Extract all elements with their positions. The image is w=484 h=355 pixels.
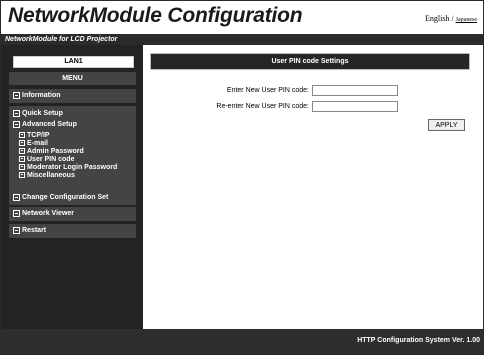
lan-label: LAN1 bbox=[13, 56, 134, 68]
expand-box-icon bbox=[13, 110, 20, 117]
sidebar-item-quick-setup[interactable]: Quick Setup bbox=[13, 109, 63, 118]
main-content: User PIN code Settings Enter New User PI… bbox=[143, 45, 483, 329]
expand-box-icon bbox=[19, 148, 25, 154]
sidebar-group-setup: Quick Setup Advanced Setup TCP/IP E-mail… bbox=[9, 106, 136, 193]
sidebar-item-label: Quick Setup bbox=[22, 110, 63, 117]
expand-box-icon bbox=[19, 156, 25, 162]
reenter-pin-label: Re-enter New User PIN code: bbox=[216, 103, 309, 110]
sidebar-group-network-viewer: Network Viewer bbox=[9, 207, 136, 221]
sidebar-subitem-email[interactable]: E-mail bbox=[19, 139, 48, 147]
expand-box-icon bbox=[13, 121, 20, 128]
language-english-link[interactable]: English bbox=[425, 14, 449, 23]
footer: HTTP Configuration System Ver. 1.00 bbox=[1, 329, 483, 354]
expand-box-icon bbox=[13, 92, 20, 99]
app-window: NetworkModule Configuration English / Ja… bbox=[0, 0, 484, 355]
expand-box-icon bbox=[13, 210, 20, 217]
new-pin-input[interactable] bbox=[312, 85, 398, 96]
enter-pin-label: Enter New User PIN code: bbox=[226, 87, 309, 94]
expand-box-icon bbox=[19, 164, 25, 170]
sidebar-item-label: Admin Password bbox=[27, 147, 84, 155]
sidebar-subitem-moderator-login-password[interactable]: Moderator Login Password bbox=[19, 163, 117, 171]
section-title: User PIN code Settings bbox=[150, 53, 470, 70]
sidebar-group-information: Information bbox=[9, 89, 136, 103]
expand-box-icon bbox=[13, 194, 20, 201]
sidebar-item-network-viewer[interactable]: Network Viewer bbox=[13, 209, 74, 218]
confirm-pin-input[interactable] bbox=[312, 101, 398, 112]
sidebar-group-restart: Restart bbox=[9, 224, 136, 238]
expand-box-icon bbox=[13, 227, 20, 234]
sidebar-subitem-miscellaneous[interactable]: Miscellaneous bbox=[19, 171, 75, 179]
expand-box-icon bbox=[19, 132, 25, 138]
sidebar-item-label: Moderator Login Password bbox=[27, 163, 118, 171]
sidebar-item-label: Network Viewer bbox=[22, 210, 75, 217]
sidebar-group-change-config: Change Configuration Set bbox=[9, 191, 136, 205]
sidebar-item-change-configuration-set[interactable]: Change Configuration Set bbox=[13, 193, 108, 202]
sidebar-subitem-admin-password[interactable]: Admin Password bbox=[19, 147, 84, 155]
sidebar-item-label: Information bbox=[22, 92, 61, 99]
header: NetworkModule Configuration English / Ja… bbox=[1, 1, 483, 34]
sidebar-subitem-tcpip[interactable]: TCP/IP bbox=[19, 131, 50, 139]
sidebar-item-advanced-setup[interactable]: Advanced Setup bbox=[13, 120, 77, 129]
subtitle: NetworkModule for LCD Projector bbox=[5, 36, 118, 43]
sidebar-item-label: Change Configuration Set bbox=[22, 194, 109, 201]
sidebar: LAN1 MENU Information Quick Setup Advanc… bbox=[1, 45, 143, 329]
expand-box-icon bbox=[19, 140, 25, 146]
app-title: NetworkModule Configuration bbox=[8, 4, 303, 27]
sidebar-item-label: Advanced Setup bbox=[22, 121, 77, 128]
sidebar-item-information[interactable]: Information bbox=[13, 91, 61, 100]
language-japanese-link[interactable]: Japanese bbox=[456, 17, 477, 23]
sidebar-item-label: Restart bbox=[22, 227, 47, 234]
sidebar-item-label: User PIN code bbox=[27, 155, 75, 163]
sidebar-item-label: TCP/IP bbox=[27, 131, 50, 139]
subtitle-bar: NetworkModule for LCD Projector bbox=[1, 34, 483, 45]
sidebar-item-restart[interactable]: Restart bbox=[13, 226, 46, 235]
sidebar-item-label: Miscellaneous bbox=[27, 171, 75, 179]
expand-box-icon bbox=[19, 172, 25, 178]
language-switch: English / Japanese bbox=[425, 14, 477, 23]
sidebar-subitem-user-pin-code[interactable]: User PIN code bbox=[19, 155, 74, 163]
version-text: HTTP Configuration System Ver. 1.00 bbox=[357, 337, 480, 344]
menu-heading: MENU bbox=[9, 72, 136, 85]
apply-button[interactable]: APPLY bbox=[428, 119, 465, 131]
sidebar-item-label: E-mail bbox=[27, 139, 49, 147]
